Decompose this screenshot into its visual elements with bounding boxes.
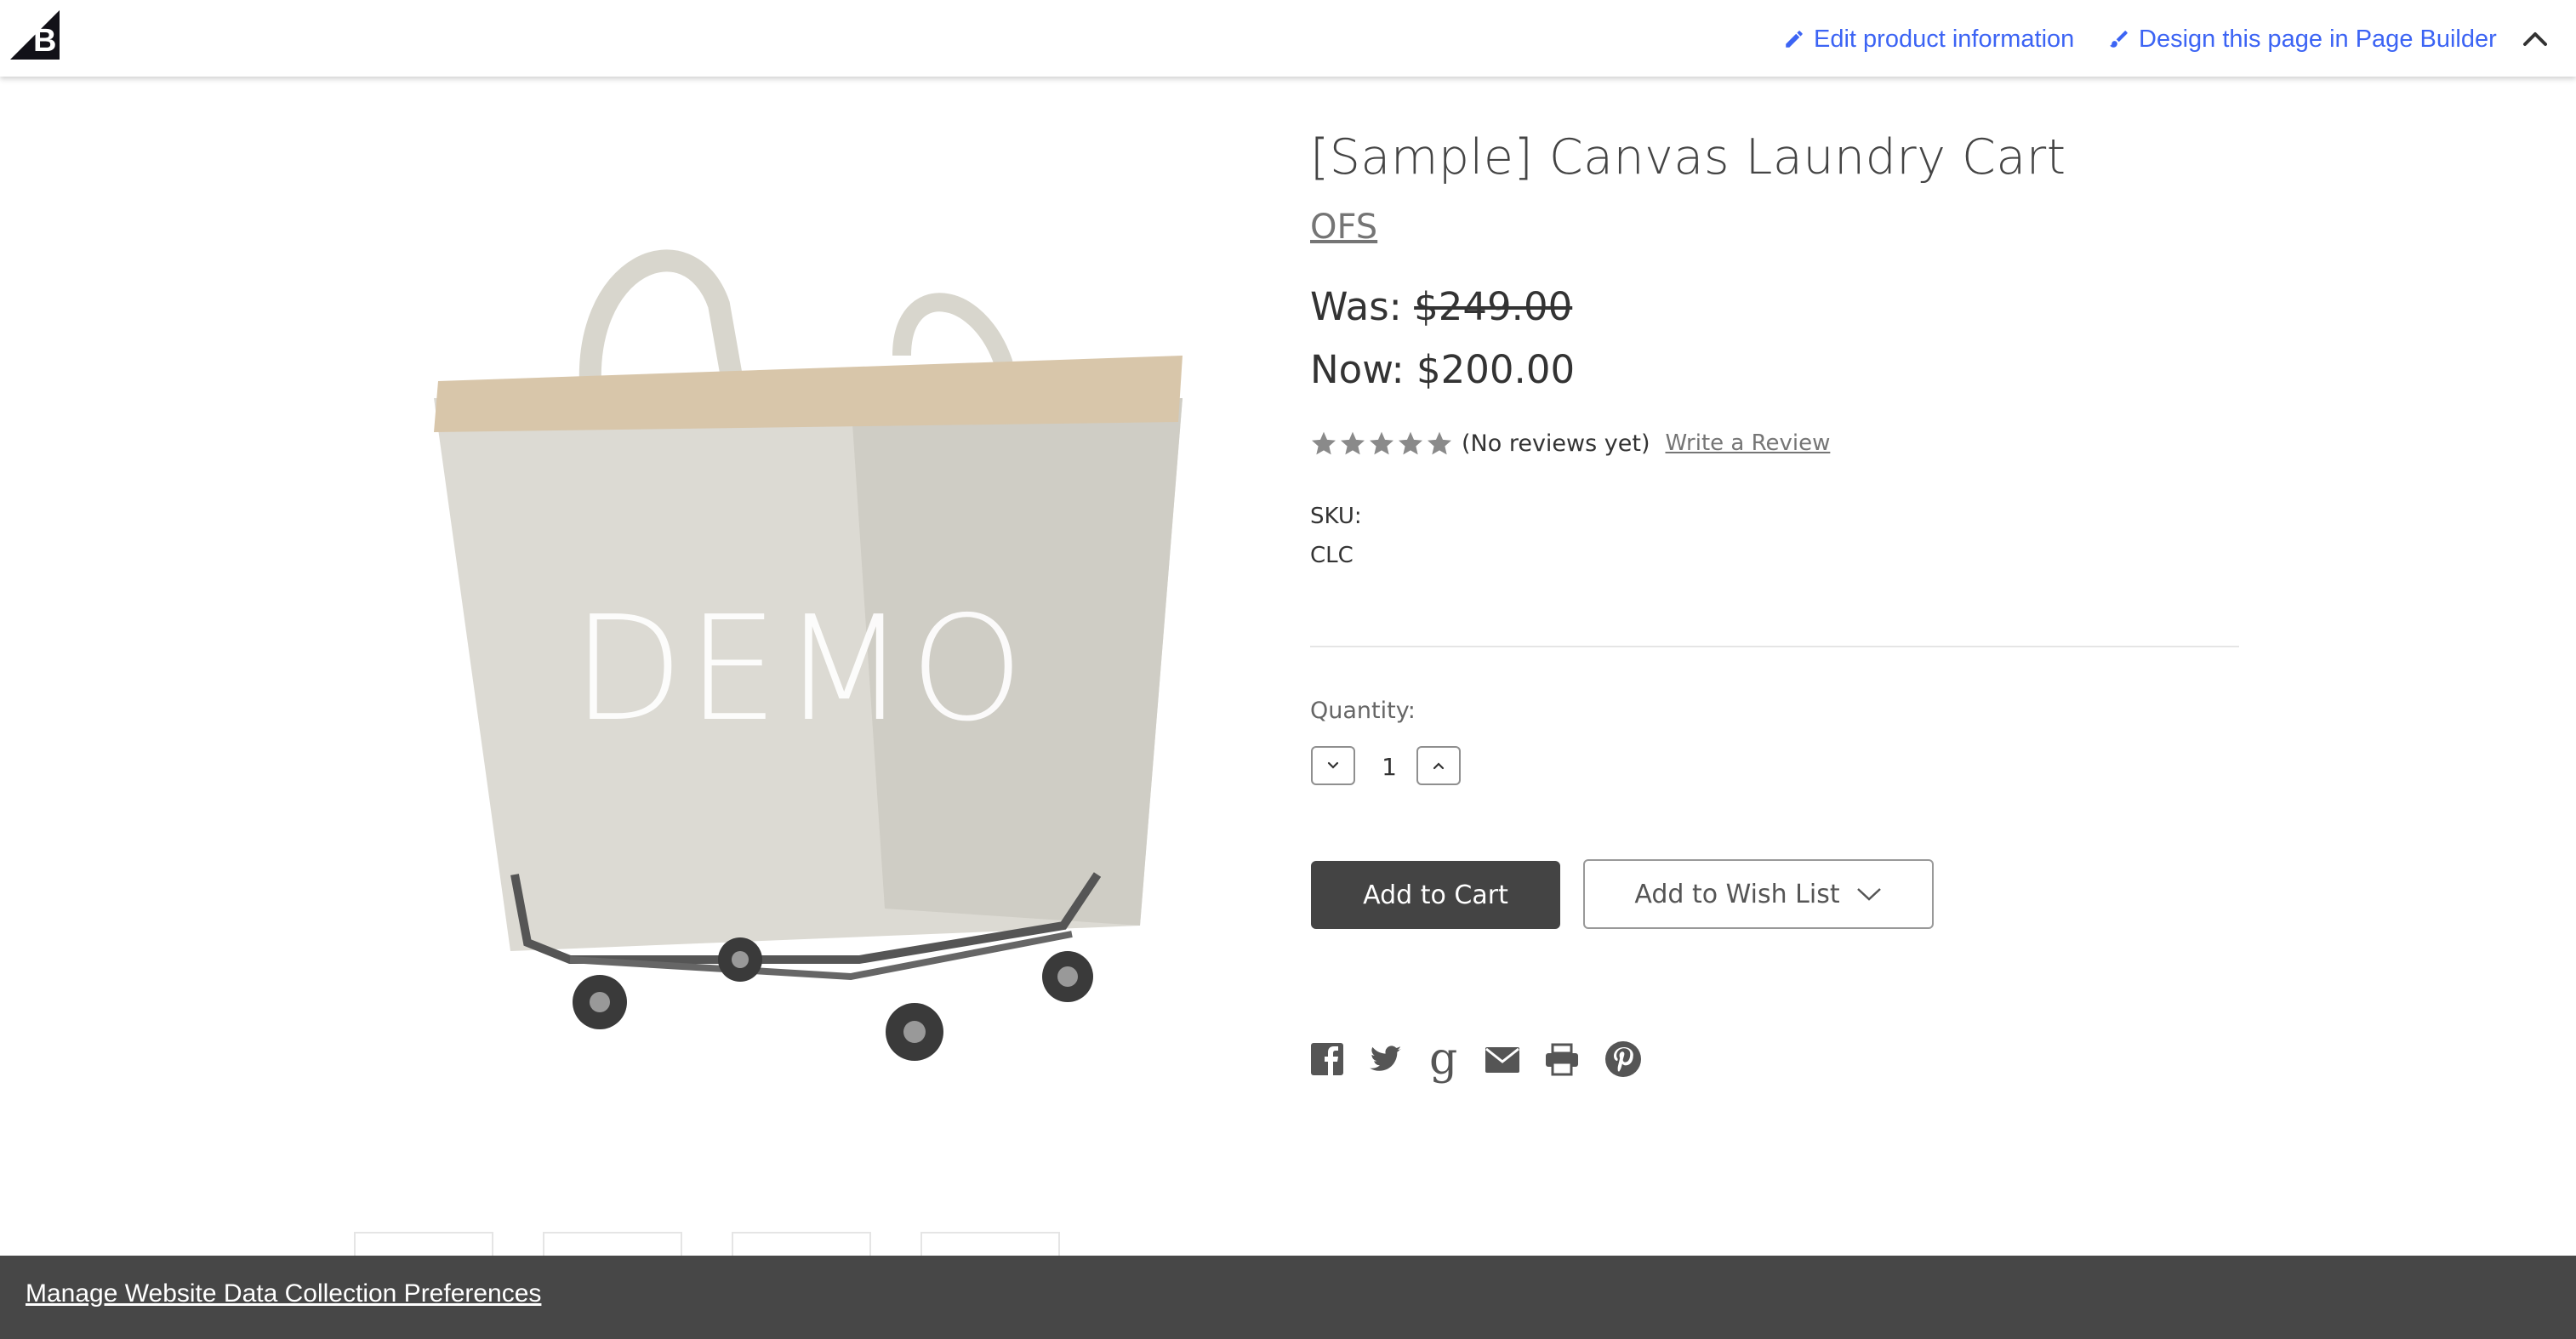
svg-text:g: g xyxy=(1429,1036,1457,1085)
now-label: Now: xyxy=(1310,347,1405,392)
write-review-link[interactable]: Write a Review xyxy=(1665,430,1830,456)
star-icon xyxy=(1312,431,1336,455)
sku-value: CLC xyxy=(1310,543,1354,568)
add-to-cart-label: Add to Cart xyxy=(1363,880,1508,910)
chevron-down-icon xyxy=(1327,761,1339,769)
quantity-increase-button[interactable] xyxy=(1416,746,1461,785)
google-icon[interactable]: g xyxy=(1424,1034,1465,1087)
rating-stars xyxy=(1310,430,1453,457)
was-label: Was: xyxy=(1310,284,1402,329)
add-to-wishlist-label: Add to Wish List xyxy=(1634,879,1840,909)
chevron-up-icon[interactable] xyxy=(2518,24,2552,53)
star-icon xyxy=(1399,431,1422,455)
now-price-row: Now: $200.00 xyxy=(1310,347,1575,392)
star-icon xyxy=(1370,431,1393,455)
was-price-row: Was: $249.00 xyxy=(1310,284,1572,329)
edit-product-label: Edit product information xyxy=(1814,25,2075,53)
divider xyxy=(1310,646,2239,647)
product-title: [Sample] Canvas Laundry Cart xyxy=(1310,129,2066,185)
now-price: $200.00 xyxy=(1416,347,1576,392)
product-brand-link[interactable]: OFS xyxy=(1310,208,1377,247)
product-rating: (No reviews yet) Write a Review xyxy=(1310,430,1830,457)
add-to-wishlist-button[interactable]: Add to Wish List xyxy=(1583,859,1934,929)
demo-watermark: DEMO xyxy=(572,585,1028,754)
brush-icon xyxy=(2110,31,2128,48)
pencil-icon xyxy=(1786,31,1803,48)
email-icon[interactable] xyxy=(1483,1040,1522,1079)
edit-product-link[interactable]: Edit product information xyxy=(1783,22,2074,56)
product-main-image[interactable]: DEMO xyxy=(374,228,1225,1079)
pinterest-icon[interactable] xyxy=(1604,1040,1643,1079)
add-to-cart-button[interactable]: Add to Cart xyxy=(1311,861,1560,929)
chevron-down-icon xyxy=(1856,888,1881,901)
svg-text:B: B xyxy=(33,23,56,59)
quantity-input[interactable] xyxy=(1366,746,1412,787)
sku-label: SKU: xyxy=(1310,504,1362,529)
quantity-label: Quantity: xyxy=(1310,698,1416,724)
reviews-count: (No reviews yet) xyxy=(1462,430,1650,457)
quantity-decrease-button[interactable] xyxy=(1311,746,1355,785)
chevron-up-icon xyxy=(1433,762,1445,770)
cookie-preferences-bar: Manage Website Data Collection Preferenc… xyxy=(0,1256,2576,1339)
manage-data-preferences-link[interactable]: Manage Website Data Collection Preferenc… xyxy=(26,1279,541,1308)
star-icon xyxy=(1428,431,1451,455)
page-builder-label: Design this page in Page Builder xyxy=(2139,25,2497,53)
page-builder-link[interactable]: Design this page in Page Builder xyxy=(2108,22,2497,56)
print-icon[interactable] xyxy=(1542,1040,1582,1079)
facebook-icon[interactable] xyxy=(1308,1040,1347,1079)
star-icon xyxy=(1341,431,1365,455)
bigcommerce-logo-icon[interactable]: B xyxy=(10,10,60,60)
admin-toolbar: B Edit product information Design this p… xyxy=(0,0,2576,77)
twitter-icon[interactable] xyxy=(1365,1040,1405,1079)
was-price: $249.00 xyxy=(1414,284,1573,329)
